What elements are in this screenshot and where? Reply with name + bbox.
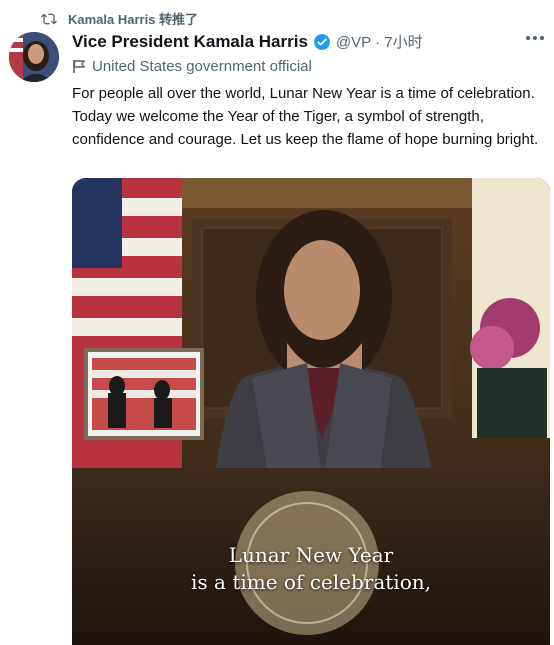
retweet-indicator[interactable]: Kamala Harris 转推了 [40,9,198,28]
government-label-text: United States government official [92,58,312,75]
handle-and-time[interactable]: @VP · 7小时 [336,31,423,52]
more-options-icon[interactable] [526,36,544,40]
retweet-label: Kamala Harris 转推了 [68,12,199,27]
display-name[interactable]: Vice President Kamala Harris [72,32,308,52]
avatar[interactable] [9,32,59,82]
tweet-header: Vice President Kamala Harris @VP · 7小时 [72,31,423,52]
verified-icon [314,33,330,50]
flag-icon [73,60,86,73]
retweet-icon [41,13,57,24]
government-label: United States government official [72,58,312,75]
video-caption-line-2: is a time of celebration, [191,570,431,594]
video-caption-line-1: Lunar New Year [228,543,394,567]
tweet-text: For people all over the world, Lunar New… [72,85,539,148]
avatar-image [9,32,59,82]
video-media[interactable]: Lunar New Year is a time of celebration, [72,178,550,645]
